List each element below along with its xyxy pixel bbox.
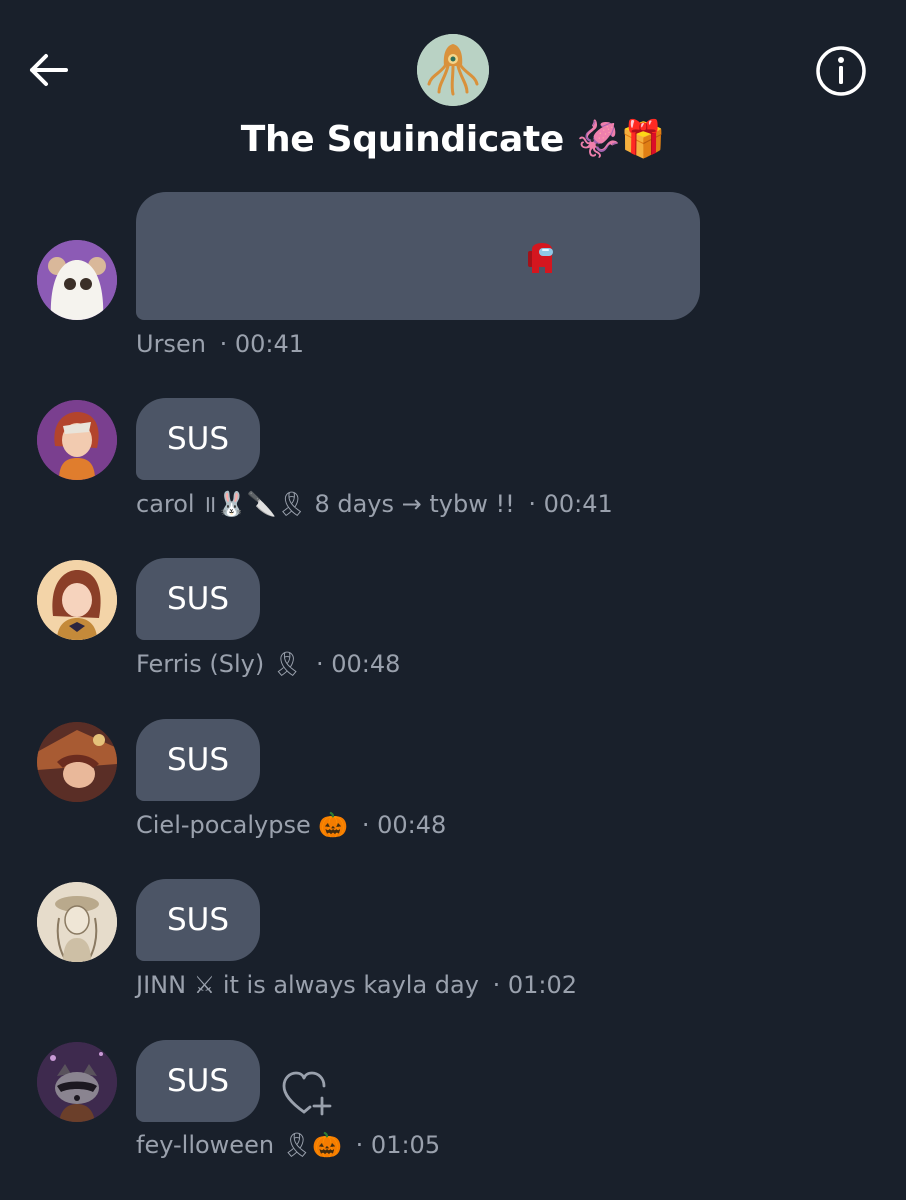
timestamp: · 01:05 bbox=[355, 1131, 441, 1159]
message-meta: fey-lloween 🎗🎃 · 01:05 bbox=[136, 1130, 440, 1160]
red-haired-girl-avatar-icon bbox=[37, 400, 117, 480]
message-bubble[interactable]: SUS bbox=[136, 719, 260, 801]
message-text: SUS bbox=[166, 902, 230, 938]
message-meta: carol ॥🐰🔪🎗 8 days → tybw !! · 00:41 bbox=[136, 489, 613, 519]
message-meta: Ciel-pocalypse 🎃 · 00:48 bbox=[136, 810, 446, 840]
author-name[interactable]: Ursen bbox=[136, 330, 206, 358]
avatar-ferris[interactable] bbox=[37, 560, 117, 640]
timestamp: · 00:41 bbox=[219, 330, 304, 358]
timestamp: · 01:02 bbox=[492, 971, 577, 999]
avatar-fey[interactable] bbox=[37, 1042, 117, 1122]
timestamp: · 00:41 bbox=[528, 490, 613, 518]
ghost-bear-avatar-icon bbox=[37, 240, 117, 320]
sticker-bubble[interactable] bbox=[136, 192, 700, 320]
author-name[interactable]: Ciel-pocalypse 🎃 bbox=[136, 811, 348, 839]
avatar-carol[interactable] bbox=[37, 400, 117, 480]
group-title: The Squindicate 🦑🎁 bbox=[240, 119, 666, 160]
brown-haired-girl-avatar-icon bbox=[37, 560, 117, 640]
message-meta: Ursen · 00:41 bbox=[136, 329, 304, 359]
message-text: SUS bbox=[166, 742, 230, 778]
red-crewmate-icon bbox=[528, 243, 553, 273]
message-bubble[interactable]: SUS bbox=[136, 558, 260, 640]
group-avatar[interactable] bbox=[417, 34, 489, 106]
info-icon bbox=[816, 46, 866, 96]
message-text: SUS bbox=[166, 581, 230, 617]
message-meta: JINN ⚔ it is always kayla day · 01:02 bbox=[136, 970, 577, 1000]
message-meta: Ferris (Sly) 🎗 · 00:48 bbox=[136, 649, 400, 679]
message-text: SUS bbox=[166, 1063, 230, 1099]
squid-icon bbox=[417, 34, 489, 106]
heart-plus-icon bbox=[282, 1071, 332, 1116]
author-name[interactable]: Ferris (Sly) 🎗 bbox=[136, 650, 302, 678]
sketch-portrait-avatar-icon bbox=[37, 882, 117, 962]
avatar-ciel[interactable] bbox=[37, 722, 117, 802]
timestamp: · 00:48 bbox=[361, 811, 447, 839]
timestamp: · 00:48 bbox=[315, 650, 401, 678]
arrow-left-icon bbox=[30, 54, 68, 86]
avatar-jinn[interactable] bbox=[37, 882, 117, 962]
anime-character-avatar-icon bbox=[37, 722, 117, 802]
author-name[interactable]: JINN ⚔ it is always kayla day bbox=[136, 971, 479, 999]
chat-header: The Squindicate 🦑🎁 bbox=[0, 0, 906, 190]
info-button[interactable] bbox=[814, 44, 868, 98]
message-bubble[interactable]: SUS bbox=[136, 1040, 260, 1122]
message-text: SUS bbox=[166, 421, 230, 457]
message-bubble[interactable]: SUS bbox=[136, 398, 260, 480]
raccoon-avatar-icon bbox=[37, 1042, 117, 1122]
back-button[interactable] bbox=[24, 48, 72, 92]
author-name[interactable]: fey-lloween 🎗🎃 bbox=[136, 1131, 342, 1159]
author-name[interactable]: carol ॥🐰🔪🎗 8 days → tybw !! bbox=[136, 490, 515, 518]
add-reaction-button[interactable] bbox=[280, 1068, 336, 1118]
avatar-ursen[interactable] bbox=[37, 240, 117, 320]
message-bubble[interactable]: SUS bbox=[136, 879, 260, 961]
